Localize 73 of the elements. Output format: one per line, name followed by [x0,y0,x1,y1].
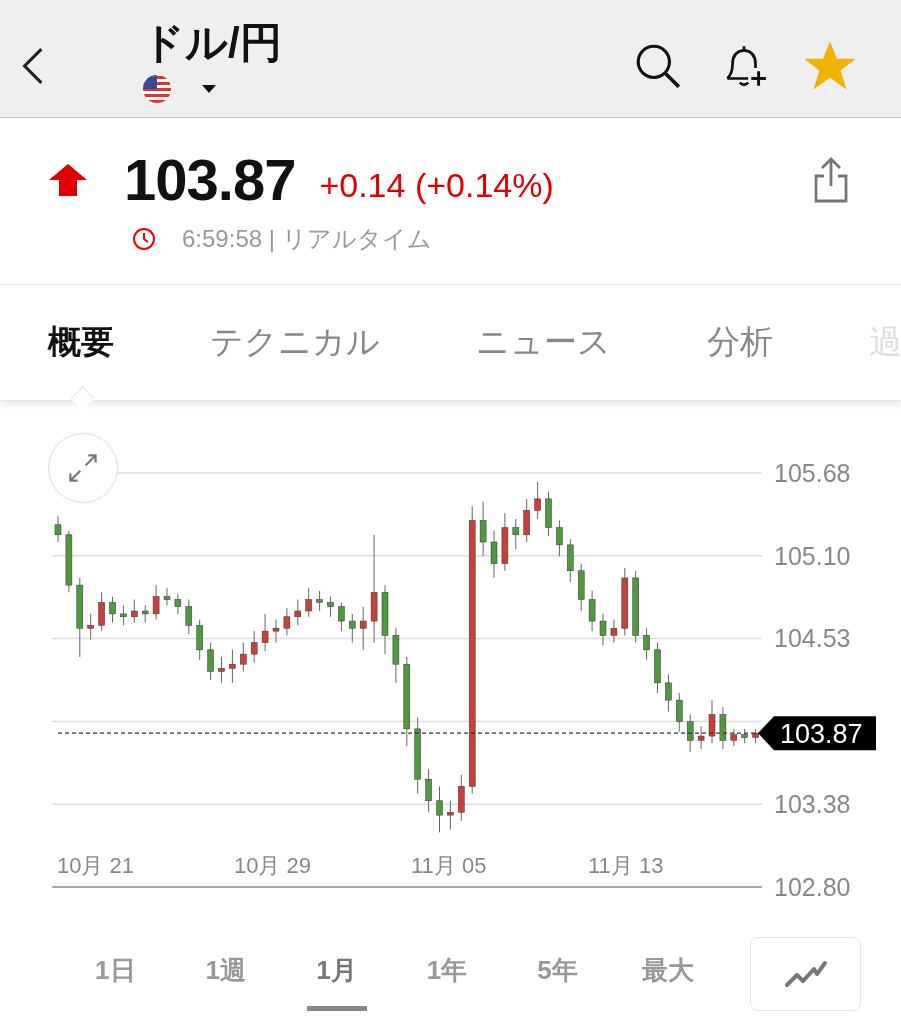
candlestick [294,599,302,626]
candlestick [327,596,334,618]
line-chart-icon [783,960,828,988]
candlestick [229,649,236,684]
tab[interactable]: 概要 [48,320,114,365]
candlestick [425,768,432,813]
candlestick [534,481,541,520]
price-change: +0.14 (+0.14%) [319,166,554,205]
candlestick [359,606,367,651]
candlestick [218,656,225,684]
chart-type-button[interactable] [750,937,861,1011]
candlestick [599,613,607,646]
range-tab[interactable]: 1月 [281,937,392,1011]
axis-label: 105.10 [774,541,851,572]
update-time: 6:59:58 | リアルタイム [182,224,432,254]
candlestick [708,699,716,744]
candlestick [490,530,498,579]
ref-line-label: 103.87 [780,719,863,750]
candlestick [349,613,356,644]
axis-label: 10月 29 [234,852,312,880]
candlestick [87,613,94,641]
tab[interactable]: ニュース [476,320,611,365]
candlestick [686,714,694,753]
candlestick [109,596,116,623]
candlestick [207,642,214,681]
candlestick [54,515,62,543]
flag-icon [142,73,172,104]
candlestick [120,604,127,626]
axis-label: 11月 13 [588,852,664,880]
candlestick [436,785,443,833]
candlestick [272,619,280,644]
candlestick [588,590,596,632]
tab[interactable]: テクニカル [210,320,380,365]
candlestick [676,692,683,733]
price-tag: 103.87 [758,716,876,751]
candlestick [283,607,291,636]
range-tab[interactable]: 5年 [502,937,613,1011]
candlestick [447,800,454,830]
axis-label: 105.68 [774,458,851,488]
pair-title: ドル/円 [142,17,282,68]
price-value: 103.87 [124,146,296,213]
candlestick [185,599,193,635]
candlestick [163,587,171,606]
candlestick [261,613,269,652]
candlestick [556,519,563,557]
candlestick [643,627,650,661]
candlestick [479,501,487,557]
candlestick [316,590,323,612]
candlestick [697,725,705,750]
caret-icon[interactable] [202,84,216,93]
star-icon[interactable] [805,40,855,91]
axis-label: 104.53 [774,623,851,654]
axis-label: 10月 21 [57,852,135,880]
candlestick [98,591,105,632]
candlestick [240,642,247,672]
tab[interactable]: 分析 [707,320,773,365]
axis-label: 103.38 [774,788,851,819]
candlestick [305,587,312,618]
candlestick [665,673,672,713]
candlestick [250,630,258,664]
axis-label: 102.80 [774,872,851,902]
candlestick [131,599,138,623]
axis-label: 11月 05 [411,852,487,880]
candlestick [610,619,618,644]
candlestick [152,584,160,621]
clock-icon [132,227,156,251]
candlestick [338,601,345,632]
candlestick [512,518,520,550]
range-tab[interactable]: 1週 [170,937,282,1011]
range-tab[interactable]: 最大 [612,937,724,1011]
range-tab[interactable]: 1日 [60,937,171,1011]
candlestick [174,593,182,615]
range-tab[interactable]: 1年 [391,937,503,1011]
